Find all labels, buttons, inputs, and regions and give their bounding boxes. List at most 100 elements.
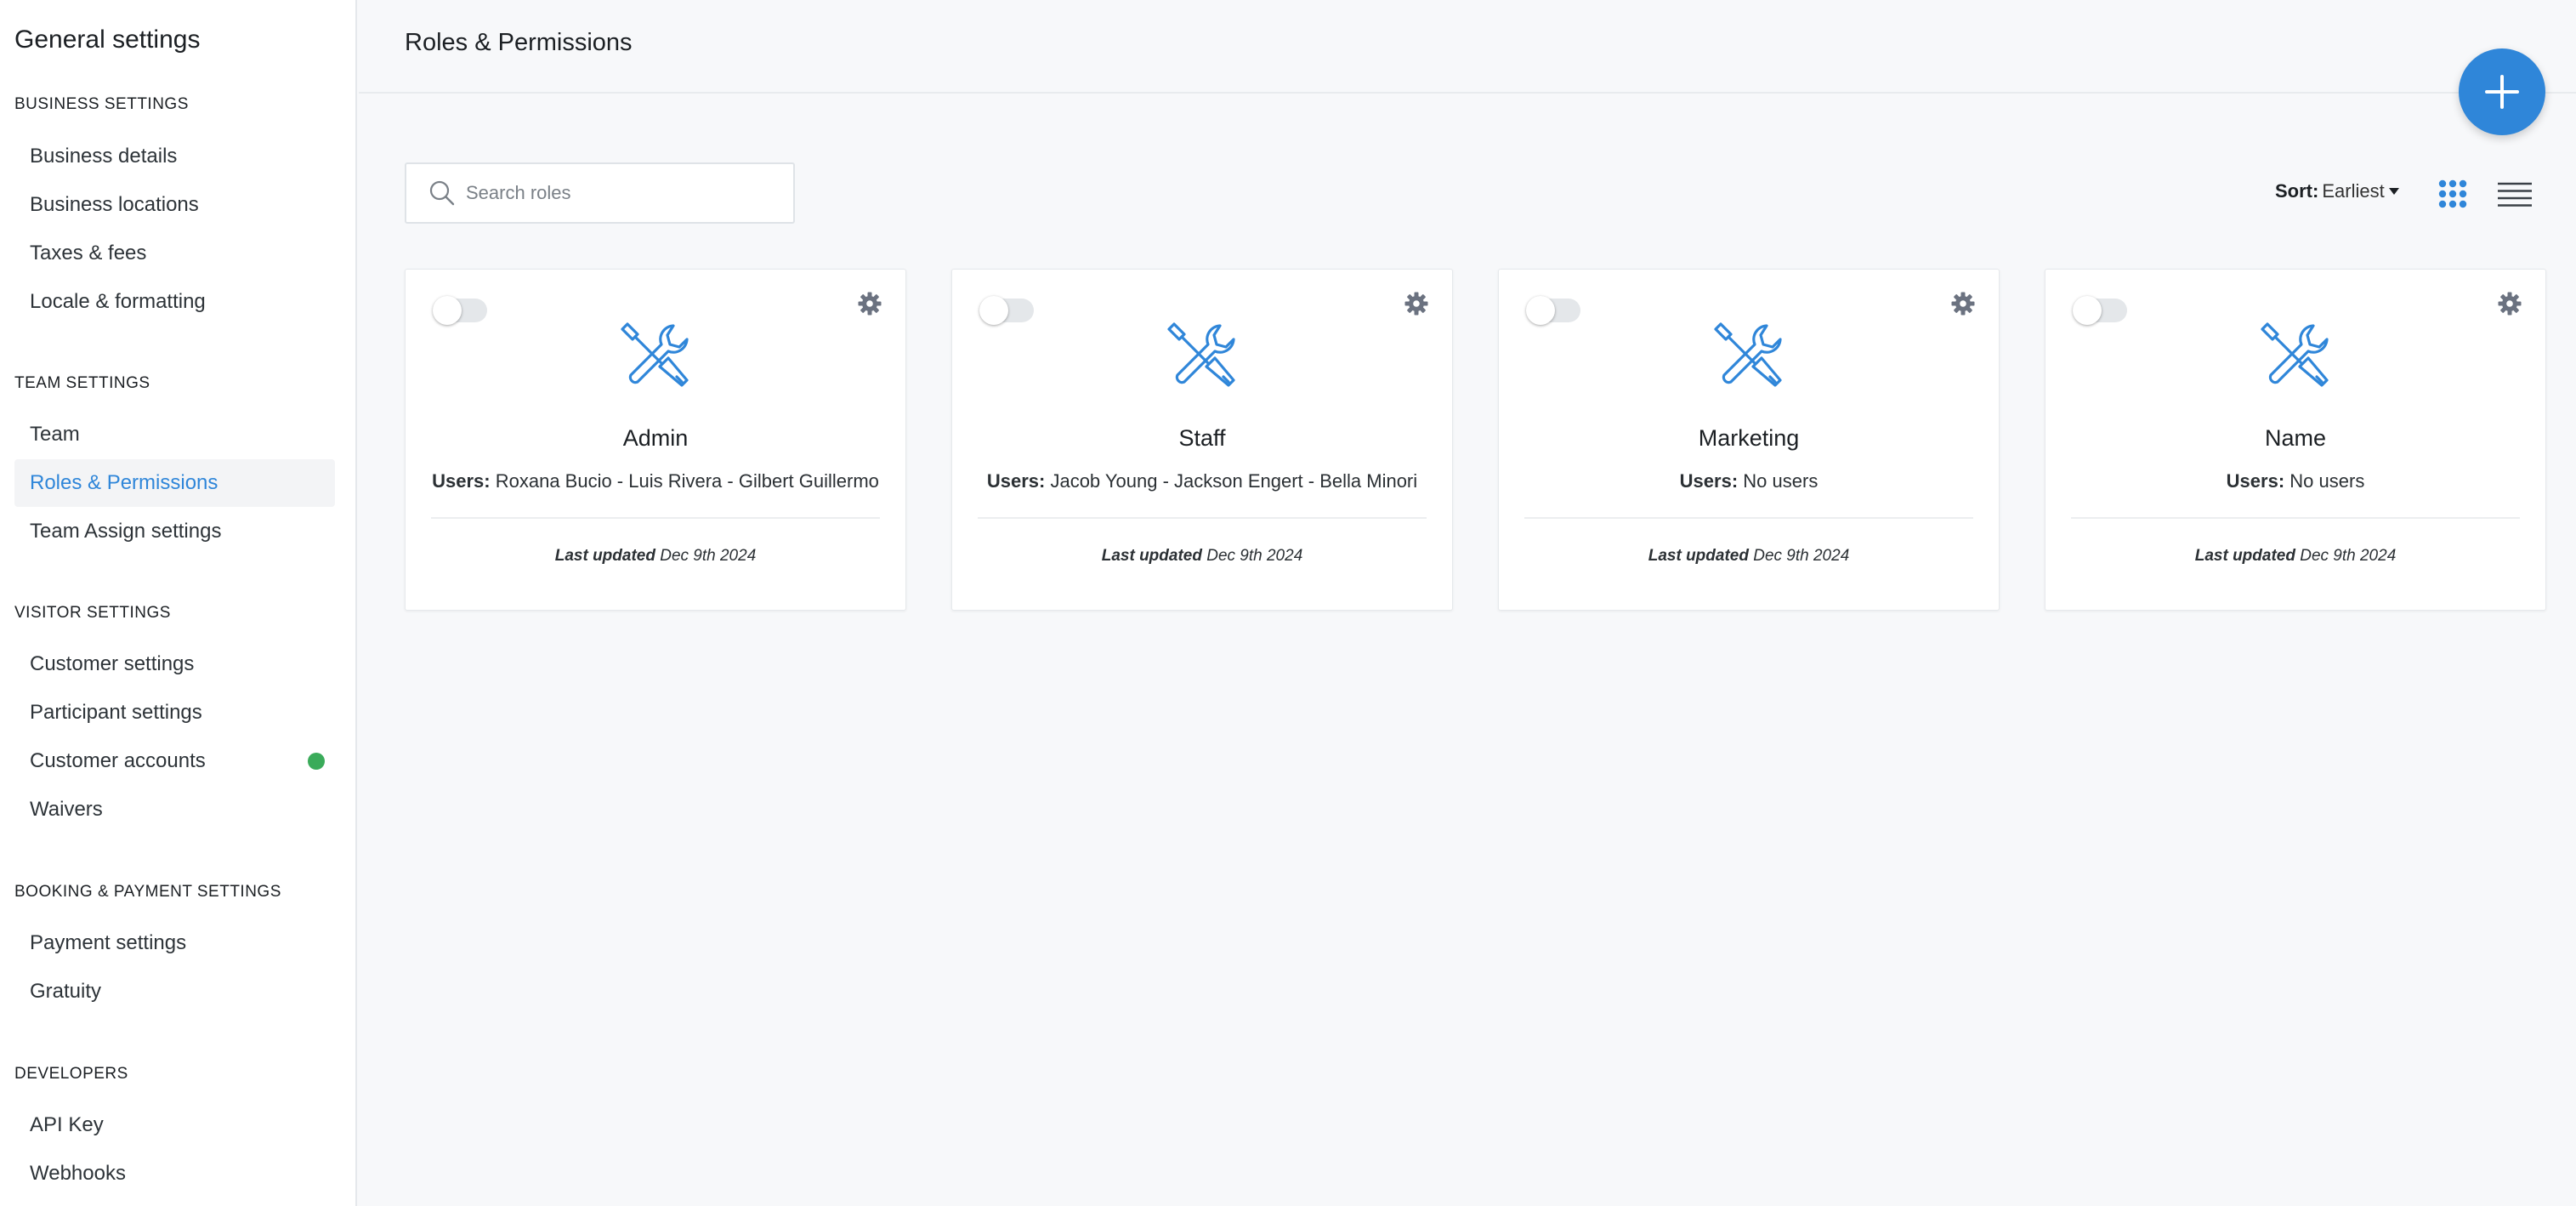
grid-view-icon xyxy=(2438,179,2467,208)
gear-icon[interactable] xyxy=(1404,292,1428,316)
sidebar-item-label: Customer accounts xyxy=(30,749,206,772)
role-users: Users: No users xyxy=(1499,470,1999,492)
users-label: Users: xyxy=(986,470,1046,492)
updated-label: Last updated xyxy=(554,547,655,565)
role-card-staff[interactable]: Staff Users: Jacob Young - Jackson Enger… xyxy=(951,269,1453,611)
role-toggle[interactable] xyxy=(1526,296,1580,325)
sort-dropdown[interactable]: Sort: Earliest xyxy=(2275,180,2400,202)
sidebar-item-team-assign-settings[interactable]: Team Assign settings xyxy=(14,508,335,555)
role-toggle[interactable] xyxy=(979,296,1034,325)
users-value: No users xyxy=(1743,470,1819,492)
tools-icon xyxy=(2261,322,2329,387)
caret-down-icon xyxy=(2388,188,2399,195)
updated-value: Dec 9th 2024 xyxy=(660,547,757,565)
app-root: General settings BUSINESS SETTINGS Busin… xyxy=(0,0,2576,1206)
sidebar-title: General settings xyxy=(14,26,201,54)
plus-icon xyxy=(2485,75,2519,109)
sidebar-item-label: Taxes & fees xyxy=(30,242,147,265)
updated-value: Dec 9th 2024 xyxy=(1206,547,1303,565)
topbar: Roles & Permissions xyxy=(359,0,2576,94)
gear-icon[interactable] xyxy=(2498,292,2522,316)
search-box[interactable] xyxy=(405,162,795,224)
sidebar-item-label: Gratuity xyxy=(30,980,102,1003)
page-title: Roles & Permissions xyxy=(405,29,633,56)
role-toggle[interactable] xyxy=(2073,296,2127,325)
sidebar: General settings BUSINESS SETTINGS Busin… xyxy=(0,0,357,1206)
sidebar-item-locale-formatting[interactable]: Locale & formatting xyxy=(14,278,335,326)
role-users: Users: Roxana Bucio - Luis Rivera - Gilb… xyxy=(406,470,905,492)
card-divider xyxy=(2071,517,2520,519)
sidebar-item-api-key[interactable]: API Key xyxy=(14,1101,335,1149)
updated-label: Last updated xyxy=(1648,547,1749,565)
tools-icon xyxy=(621,322,689,387)
role-card-name[interactable]: Name Users: No users Last updated Dec 9t… xyxy=(2045,269,2546,611)
sidebar-item-customer-settings[interactable]: Customer settings xyxy=(14,640,335,688)
sidebar-item-customer-accounts[interactable]: Customer accounts xyxy=(14,737,335,785)
role-name: Staff xyxy=(1178,425,1226,451)
sidebar-item-business-locations[interactable]: Business locations xyxy=(14,181,335,229)
sort-value: Earliest xyxy=(2322,180,2385,202)
updated-value: Dec 9th 2024 xyxy=(2300,547,2397,565)
updated-label: Last updated xyxy=(1101,547,1202,565)
role-card-admin[interactable]: Admin Users: Roxana Bucio - Luis Rivera … xyxy=(405,269,906,611)
role-name: Name xyxy=(2264,425,2327,451)
toggle-knob xyxy=(979,296,1008,325)
role-card-marketing[interactable]: Marketing Users: No users Last updated D… xyxy=(1498,269,2000,611)
tools-icon xyxy=(1167,322,1235,387)
section-heading-developers: DEVELOPERS xyxy=(14,1065,128,1083)
sidebar-item-label: Webhooks xyxy=(30,1162,126,1185)
add-role-button[interactable] xyxy=(2459,48,2545,135)
users-value: Jacob Young - Jackson Engert - Bella Min… xyxy=(1050,470,1418,492)
gear-icon[interactable] xyxy=(858,292,882,316)
sidebar-item-label: Waivers xyxy=(30,798,103,821)
sidebar-item-participant-settings[interactable]: Participant settings xyxy=(14,689,335,737)
sidebar-item-label: Business locations xyxy=(30,193,199,216)
sidebar-item-webhooks[interactable]: Webhooks xyxy=(14,1150,335,1197)
gear-icon[interactable] xyxy=(1951,292,1975,316)
sidebar-item-label: Roles & Permissions xyxy=(30,471,218,494)
status-dot-icon xyxy=(308,753,325,770)
sidebar-item-label: Locale & formatting xyxy=(30,290,206,313)
sidebar-item-label: Team xyxy=(30,423,80,446)
updated-label: Last updated xyxy=(2194,547,2295,565)
list-view-icon xyxy=(2498,182,2532,207)
users-value: No users xyxy=(2289,470,2365,492)
grid-view-button[interactable] xyxy=(2438,179,2467,213)
section-heading-visitor: VISITOR SETTINGS xyxy=(14,604,171,622)
list-view-button[interactable] xyxy=(2498,182,2532,212)
sidebar-item-business-details[interactable]: Business details xyxy=(14,133,335,180)
search-icon xyxy=(429,180,455,206)
users-label: Users: xyxy=(432,470,491,492)
last-updated: Last updated Dec 9th 2024 xyxy=(1499,547,1999,566)
sidebar-item-label: Team Assign settings xyxy=(30,520,222,543)
last-updated: Last updated Dec 9th 2024 xyxy=(2045,547,2545,566)
role-name: Admin xyxy=(622,425,689,451)
role-users: Users: No users xyxy=(2045,470,2545,492)
section-heading-booking-payment: BOOKING & PAYMENT SETTINGS xyxy=(14,883,281,901)
last-updated: Last updated Dec 9th 2024 xyxy=(406,547,905,566)
sidebar-item-waivers[interactable]: Waivers xyxy=(14,786,335,833)
card-divider xyxy=(431,517,880,519)
role-name: Marketing xyxy=(1698,425,1800,451)
toggle-knob xyxy=(2073,296,2102,325)
sidebar-item-gratuity[interactable]: Gratuity xyxy=(14,968,335,1015)
toggle-knob xyxy=(1526,296,1555,325)
sidebar-item-team[interactable]: Team xyxy=(14,411,335,458)
updated-value: Dec 9th 2024 xyxy=(1753,547,1850,565)
section-heading-team: TEAM SETTINGS xyxy=(14,374,150,392)
users-value: Roxana Bucio - Luis Rivera - Gilbert Gui… xyxy=(495,470,879,492)
sidebar-item-payment-settings[interactable]: Payment settings xyxy=(14,919,335,967)
sidebar-item-label: Business details xyxy=(30,145,178,168)
card-divider xyxy=(1524,517,1973,519)
sidebar-item-taxes-fees[interactable]: Taxes & fees xyxy=(14,230,335,277)
sidebar-item-label: API Key xyxy=(30,1113,104,1136)
card-divider xyxy=(978,517,1427,519)
users-label: Users: xyxy=(1679,470,1739,492)
search-input[interactable] xyxy=(466,182,789,204)
section-heading-business: BUSINESS SETTINGS xyxy=(14,95,189,113)
users-label: Users: xyxy=(2226,470,2285,492)
sidebar-item-label: Customer settings xyxy=(30,652,195,675)
last-updated: Last updated Dec 9th 2024 xyxy=(952,547,1452,566)
role-toggle[interactable] xyxy=(433,296,487,325)
sidebar-item-roles-permissions[interactable]: Roles & Permissions xyxy=(14,459,335,507)
